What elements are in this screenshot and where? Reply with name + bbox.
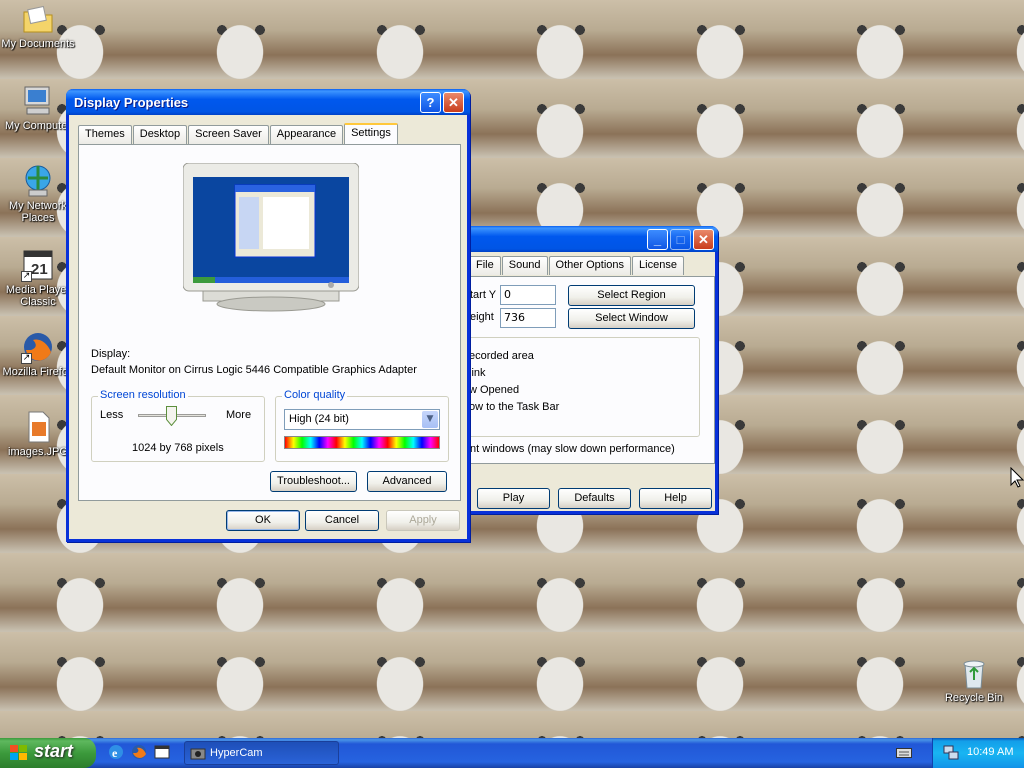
desktop-icon-firefox[interactable]: ↗ Mozilla Firefox (0, 330, 76, 378)
ok-button[interactable]: OK (226, 510, 300, 531)
defaults-button[interactable]: Defaults (558, 488, 631, 509)
chevron-down-icon[interactable]: ▼ (422, 411, 438, 428)
select-window-button[interactable]: Select Window (568, 308, 695, 329)
desktop-icon-label: My Computer (4, 120, 72, 132)
desktop-icon-network-places[interactable]: My Network Places (0, 164, 76, 224)
desktop-icon-image-file[interactable]: images.JPG (0, 410, 76, 458)
display-tabs: Themes Desktop Screen Saver Appearance S… (78, 123, 399, 144)
svg-text:21: 21 (31, 261, 48, 278)
tab-sound[interactable]: Sound (501, 256, 548, 275)
minimize-button[interactable]: _ (647, 229, 668, 250)
mouse-cursor-icon (1010, 466, 1024, 489)
window-title: Display Properties (74, 95, 189, 110)
resolution-more-label: More (226, 409, 252, 421)
hypercam-window: _ □ ✕ File Sound Other Options License t… (462, 226, 718, 514)
desktop-icon-label: My Documents (1, 38, 75, 50)
keyboard-icon[interactable] (896, 747, 912, 759)
firefox-icon[interactable] (131, 744, 147, 760)
desktop-icon-my-computer[interactable]: My Computer (0, 84, 76, 132)
network-places-icon (21, 164, 55, 198)
close-button[interactable]: ✕ (443, 92, 464, 113)
windows-logo-icon (10, 745, 28, 761)
start-button[interactable]: start (0, 738, 96, 768)
desktop-icon-label: Mozilla Firefox (2, 366, 74, 378)
system-tray: 10:49 AM (932, 738, 1024, 768)
screen-resolution-group: Screen resolution Less More 1024 by 768 … (91, 389, 265, 462)
resolution-slider-thumb[interactable] (166, 406, 177, 427)
tab-screen-saver[interactable]: Screen Saver (188, 125, 269, 144)
troubleshoot-button[interactable]: Troubleshoot... (270, 471, 357, 492)
taskbar-item-hypercam[interactable]: HyperCam (184, 741, 339, 765)
tab-themes[interactable]: Themes (78, 125, 132, 144)
desktop-icon-media-player[interactable]: 21 ↗ Media Player Classic (0, 248, 76, 308)
display-label: Display: (91, 348, 131, 360)
recycle-bin-icon (957, 656, 991, 690)
options-group: ecorded area link w Opened ow to the Tas… (468, 337, 700, 437)
desktop-icon-recycle-bin[interactable]: Recycle Bin (936, 656, 1012, 704)
hypercam-icon (190, 746, 206, 762)
tab-appearance[interactable]: Appearance (269, 125, 344, 144)
ie-icon[interactable]: e (108, 744, 124, 760)
folder-documents-icon (21, 2, 55, 36)
transparent-windows-option[interactable]: nt windows (may slow down performance) (470, 443, 675, 455)
hypercam-tabs: File Sound Other Options License (469, 256, 685, 275)
desktop-icon-my-documents[interactable]: My Documents (0, 2, 76, 50)
display-properties-window: Display Properties ? ✕ Themes Desktop Sc… (66, 89, 470, 542)
tab-settings[interactable]: Settings (344, 123, 398, 144)
start-label: start (34, 741, 74, 761)
media-player-icon[interactable] (154, 744, 170, 760)
display-adapter-value: Default Monitor on Cirrus Logic 5446 Com… (91, 364, 417, 376)
taskbar-item-label: HyperCam (210, 747, 263, 759)
desktop-icon-label: images.JPG (8, 446, 68, 458)
apply-button[interactable]: Apply (386, 510, 460, 531)
help-title-button[interactable]: ? (420, 92, 441, 113)
screen-resolution-legend: Screen resolution (98, 389, 188, 401)
maximize-button[interactable]: □ (670, 229, 691, 250)
settings-tab-panel: Display: Default Monitor on Cirrus Logic… (78, 144, 461, 501)
desktop-icon-label: Media Player Classic (5, 284, 71, 308)
monitor-preview (182, 162, 360, 323)
color-quality-selected: High (24 bit) (289, 413, 349, 425)
close-button[interactable]: ✕ (693, 229, 714, 250)
tab-license[interactable]: License (632, 256, 684, 275)
play-button[interactable]: Play (477, 488, 550, 509)
hypercam-titlebar[interactable]: _ □ ✕ (462, 226, 718, 252)
resolution-value: 1024 by 768 pixels (132, 442, 224, 454)
cancel-button[interactable]: Cancel (305, 510, 379, 531)
height-input[interactable]: 736 (500, 308, 556, 328)
color-quality-select[interactable]: High (24 bit) ▼ (284, 409, 440, 430)
tab-other-options[interactable]: Other Options (548, 256, 632, 275)
select-region-button[interactable]: Select Region (568, 285, 695, 306)
option-line[interactable]: ow to the Task Bar (469, 401, 559, 413)
quick-launch: e (106, 744, 176, 762)
color-quality-legend: Color quality (282, 389, 348, 401)
desktop-icon-label: My Network Places (8, 200, 68, 224)
desktop-icon-label: Recycle Bin (944, 692, 1004, 704)
height-label: eight (470, 311, 494, 323)
tab-file[interactable]: File (469, 256, 501, 275)
option-line[interactable]: w Opened (469, 384, 519, 396)
image-file-icon (21, 410, 55, 444)
hypercam-tab-panel: tart Y 0 Select Region eight 736 Select … (468, 276, 715, 464)
color-quality-group: Color quality High (24 bit) ▼ (275, 389, 449, 462)
network-tray-icon[interactable] (943, 745, 959, 761)
media-player-icon: 21 ↗ (21, 248, 55, 282)
start-y-input[interactable]: 0 (500, 285, 556, 305)
option-line[interactable]: ecorded area (469, 350, 534, 362)
clock[interactable]: 10:49 AM (967, 746, 1013, 758)
taskbar: start e HyperCam 10:49 AM (0, 738, 1024, 768)
help-button[interactable]: Help (639, 488, 712, 509)
color-spectrum-bar (284, 436, 440, 449)
firefox-icon: ↗ (21, 330, 55, 364)
resolution-less-label: Less (100, 409, 124, 421)
svg-text:e: e (112, 746, 118, 760)
tab-desktop[interactable]: Desktop (132, 125, 188, 144)
computer-icon (21, 84, 55, 118)
advanced-button[interactable]: Advanced (367, 471, 447, 492)
start-y-label: tart Y (470, 289, 497, 301)
display-properties-titlebar[interactable]: Display Properties ? ✕ (66, 89, 470, 115)
option-line[interactable]: link (469, 367, 486, 379)
